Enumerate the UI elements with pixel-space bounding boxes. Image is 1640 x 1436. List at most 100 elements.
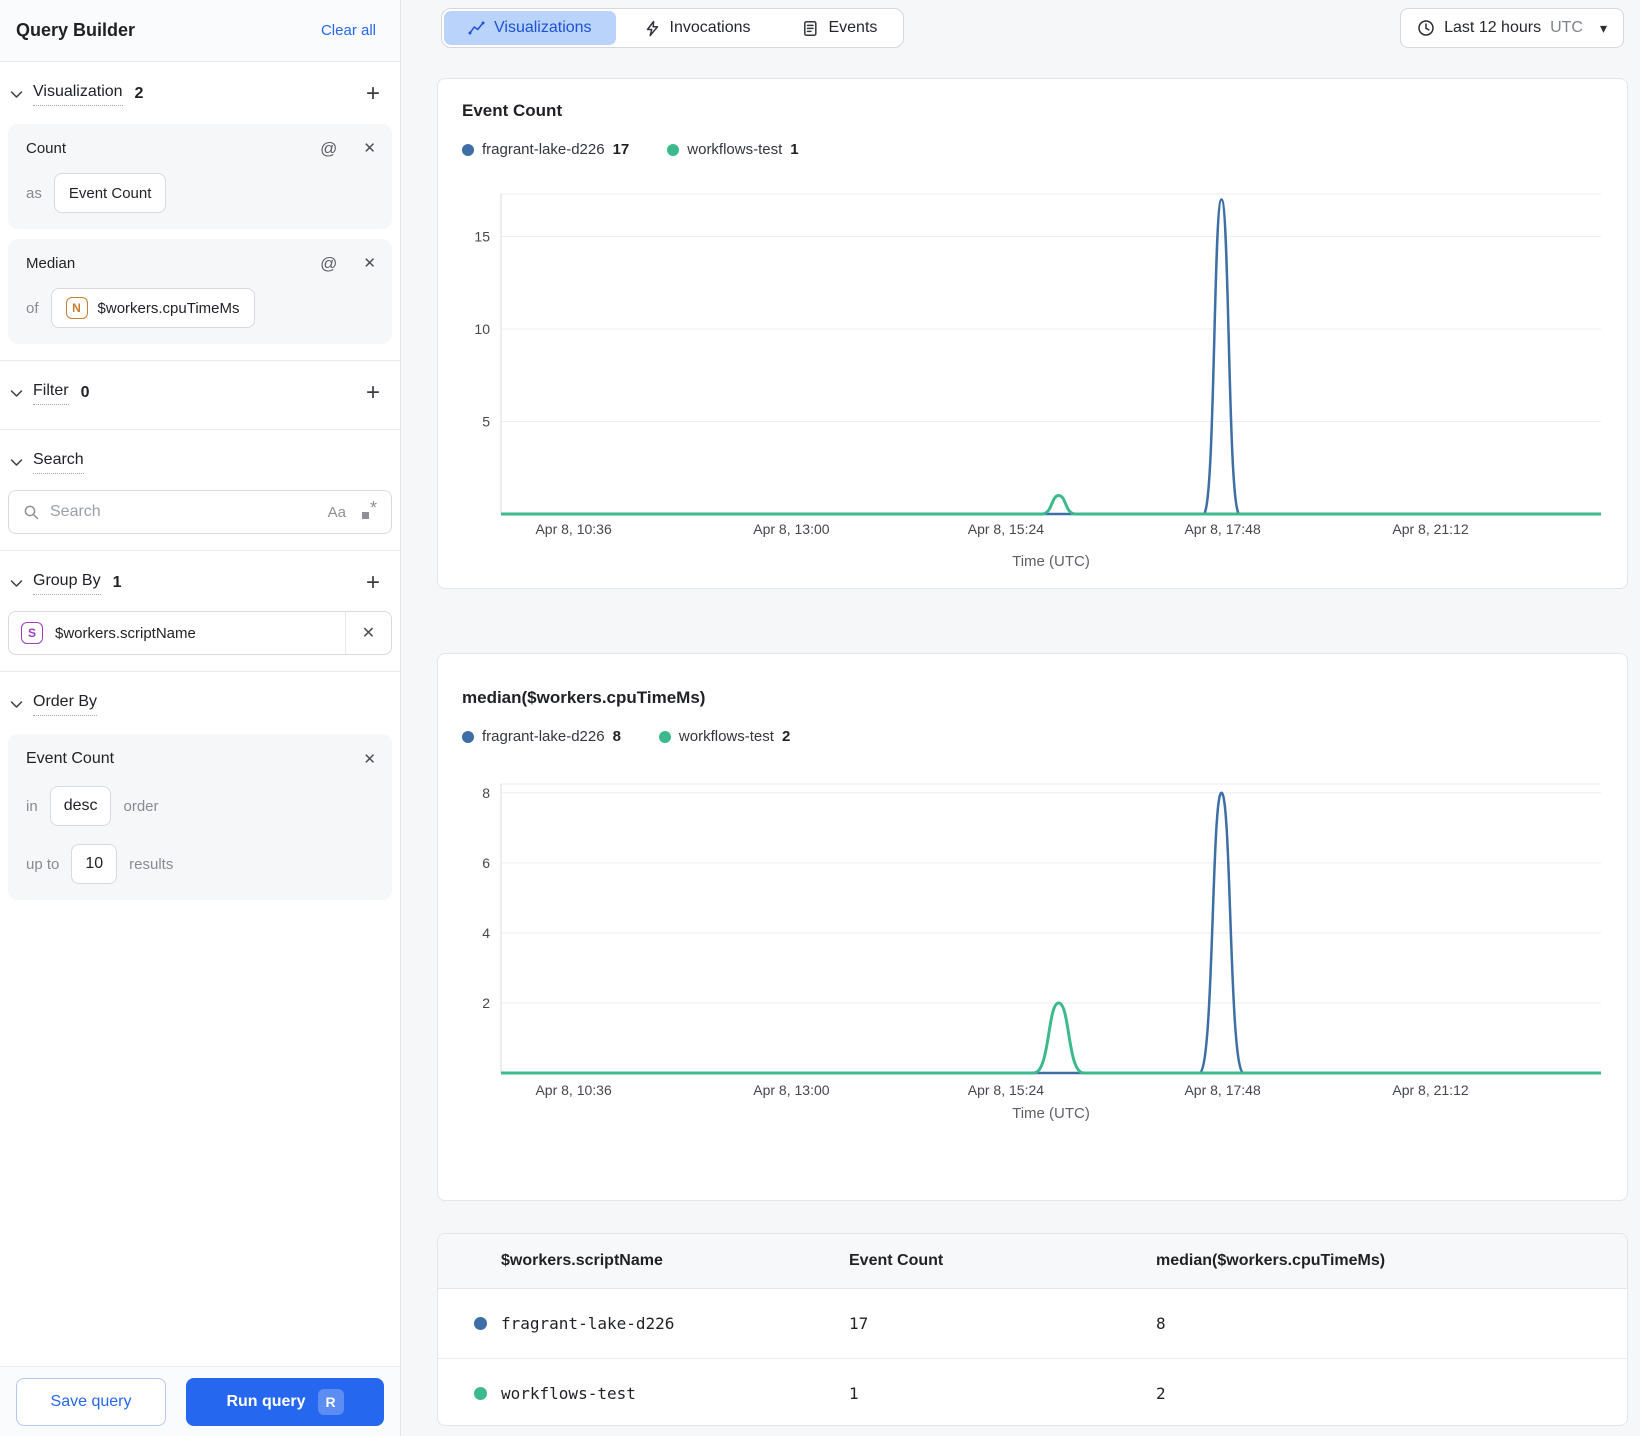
regex-icon[interactable]: * — [361, 499, 377, 521]
series-dot — [462, 143, 474, 156]
string-type-icon: S — [21, 622, 43, 644]
save-query-button[interactable]: Save query — [16, 1377, 166, 1426]
median-cell: 8 — [1156, 1314, 1166, 1333]
query-builder-header: Query Builder Clear all — [0, 0, 400, 62]
median-cputime-plot: 2 4 6 8 Apr 8, 10:36 Apr 8, 13:00 Apr 8, 15:24… — [438, 774, 1627, 1139]
tab-events[interactable]: Events — [778, 11, 901, 45]
chevron-down-icon[interactable] — [10, 389, 23, 398]
section-filter-header: Filter 0 + — [0, 373, 400, 413]
legend-item[interactable]: workflows-test 1 — [667, 141, 799, 158]
close-icon[interactable]: ✕ — [363, 256, 376, 271]
of-label: of — [26, 299, 39, 317]
series-line-workflows-test — [501, 1001, 1601, 1075]
run-query-label: Run query — [226, 1392, 306, 1410]
as-label: as — [26, 184, 42, 202]
clock-icon — [1417, 19, 1435, 37]
run-query-button[interactable]: Run query R — [186, 1377, 384, 1426]
group-by-field: $workers.scriptName — [55, 624, 196, 642]
at-icon[interactable]: @ — [320, 140, 337, 157]
time-range-label: Last 12 hours — [1444, 19, 1542, 36]
x-axis-label: Time (UTC) — [1012, 553, 1090, 570]
time-range-dropdown[interactable]: Last 12 hours UTC ▾ — [1400, 8, 1624, 48]
visualization-alias: Event Count — [68, 184, 152, 202]
search-icon — [23, 504, 40, 521]
main-content: Visualizations Invocations Events Last 1… — [401, 0, 1640, 1436]
table-row: fragrant-lake-d226 17 8 — [438, 1289, 1627, 1358]
add-filter-button[interactable]: + — [366, 381, 380, 405]
tab-invocations[interactable]: Invocations — [620, 11, 775, 45]
number-type-icon: N — [65, 297, 88, 319]
x-tick-label: Apr 8, 17:48 — [1184, 521, 1260, 537]
legend-name: workflows-test — [678, 728, 774, 745]
column-header: median($workers.cpuTimeMs) — [1156, 1252, 1386, 1269]
x-tick-label: Apr 8, 10:36 — [535, 1082, 611, 1098]
median-field-box[interactable]: N $workers.cpuTimeMs — [50, 288, 255, 328]
legend-name: workflows-test — [687, 141, 783, 158]
x-tick-label: Apr 8, 21:12 — [1392, 1082, 1468, 1098]
series-dot — [474, 1317, 487, 1330]
legend-value: 17 — [612, 141, 630, 158]
chart-canvas: 2 4 6 8 Apr 8, 10:36 Apr 8, 13:00 Apr 8, 15:24… — [482, 783, 1601, 1122]
x-tick-label: Apr 8, 13:00 — [753, 1082, 829, 1098]
legend-value: 8 — [612, 728, 621, 745]
chevron-down-icon[interactable] — [10, 90, 23, 99]
script-name-cell: fragrant-lake-d226 — [501, 1314, 675, 1333]
median-cell: 2 — [1156, 1383, 1166, 1403]
y-tick-label: 6 — [482, 855, 490, 871]
add-group-by-button[interactable]: + — [366, 571, 380, 595]
chevron-down-icon[interactable] — [10, 700, 23, 709]
close-icon[interactable]: ✕ — [363, 141, 376, 156]
chart-canvas: 5 10 15 Apr 8, 10:36 Apr 8, 13:00 Apr 8, 15:2… — [474, 193, 1601, 570]
order-by-field: Event Count — [26, 750, 115, 767]
y-tick-label: 2 — [482, 995, 490, 1011]
clear-all-button[interactable]: Clear all — [321, 22, 376, 39]
legend-item[interactable]: fragrant-lake-d226 8 — [462, 728, 621, 745]
match-case-icon[interactable]: Aa — [328, 504, 346, 521]
close-icon[interactable]: ✕ — [363, 752, 376, 767]
chevron-down-icon[interactable] — [10, 579, 23, 588]
add-visualization-button[interactable]: + — [366, 82, 380, 106]
order-label: order — [123, 797, 159, 815]
y-tick-label: 5 — [482, 414, 490, 430]
search-input[interactable] — [50, 503, 318, 521]
chart-legend: fragrant-lake-d226 8 workflows-test 2 — [462, 728, 1603, 745]
event-count-cell: 17 — [849, 1314, 869, 1333]
at-icon[interactable]: @ — [320, 255, 337, 272]
section-search-label: Search — [33, 451, 84, 474]
legend-item[interactable]: workflows-test 2 — [658, 728, 790, 745]
limit-box[interactable]: 10 — [71, 844, 118, 884]
chart-legend: fragrant-lake-d226 17 workflows-test 1 — [462, 141, 1603, 158]
section-filter-label: Filter — [33, 382, 69, 405]
column-header: $workers.scriptName — [501, 1252, 663, 1269]
series-dot — [474, 1386, 487, 1400]
x-tick-label: Apr 8, 17:48 — [1184, 1082, 1260, 1098]
in-label: in — [26, 797, 38, 815]
section-visualization-header: Visualization 2 + — [0, 74, 400, 114]
visualization-card-count: Count @ ✕ as Event Count — [8, 124, 392, 229]
visualization-fn-label: Count — [26, 140, 67, 157]
line-chart-icon — [468, 20, 485, 37]
close-icon[interactable]: ✕ — [345, 612, 391, 654]
tab-label: Invocations — [669, 19, 751, 36]
x-tick-label: Apr 8, 21:12 — [1392, 521, 1468, 537]
order-direction-box[interactable]: desc — [49, 786, 112, 826]
y-tick-label: 15 — [474, 229, 490, 245]
filter-count: 0 — [80, 384, 90, 401]
chevron-down-icon[interactable] — [10, 458, 23, 467]
visualization-count: 2 — [134, 85, 144, 102]
legend-item[interactable]: fragrant-lake-d226 17 — [462, 141, 629, 158]
lightning-icon — [644, 20, 661, 37]
group-by-chip[interactable]: S $workers.scriptName ✕ — [8, 611, 392, 655]
section-group-by-header: Group By 1 + — [0, 563, 400, 603]
x-tick-label: Apr 8, 10:36 — [535, 521, 611, 537]
event-count-chart-card: Event Count fragrant-lake-d226 17 workfl… — [437, 78, 1628, 589]
keyboard-shortcut-badge: R — [317, 1388, 344, 1415]
table-header-row: $workers.scriptName Event Count median($… — [438, 1234, 1627, 1289]
section-visualization-label: Visualization — [33, 83, 123, 106]
event-count-cell: 1 — [849, 1383, 859, 1403]
caret-down-icon: ▾ — [1599, 19, 1607, 36]
visualization-alias-box[interactable]: Event Count — [53, 173, 167, 213]
legend-name: fragrant-lake-d226 — [482, 728, 605, 745]
tab-visualizations[interactable]: Visualizations — [444, 11, 616, 45]
order-by-card: Event Count ✕ in desc order up to 10 res… — [8, 734, 392, 900]
